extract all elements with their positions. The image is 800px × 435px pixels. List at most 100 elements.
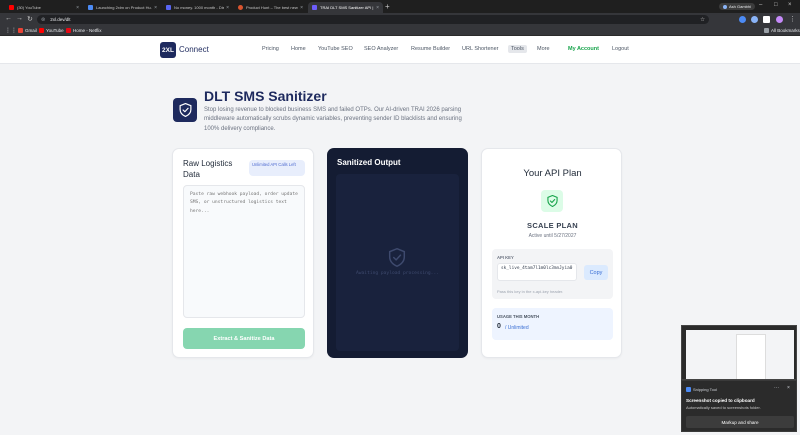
usage-box: USAGE THIS MONTH 0 / Unlimited: [492, 308, 613, 340]
output-title: Sanitized Output: [337, 158, 401, 167]
shield-check-icon: [388, 247, 406, 272]
usage-label: USAGE THIS MONTH: [497, 314, 540, 319]
site-info-icon[interactable]: ⊜: [41, 17, 45, 23]
avatar-icon: [723, 4, 727, 9]
extract-sanitize-button[interactable]: Extract & Sanitize Data: [183, 328, 305, 349]
all-bookmarks-label: All Bookmarks: [771, 28, 800, 33]
logo-mark[interactable]: 2XL: [160, 42, 176, 58]
close-tab-icon[interactable]: ×: [226, 5, 229, 11]
more-options-icon[interactable]: ···: [774, 385, 779, 391]
bookmark-label: YouTube: [46, 28, 64, 33]
api-key-box: API KEY sk_live_4tam7l1m0lc3mnJyia0 Copy…: [492, 249, 613, 299]
nav-url-shortener[interactable]: URL Shortener: [462, 46, 498, 52]
address-bar[interactable]: ⊜ 2xl.dev/dlt ☆: [37, 15, 709, 24]
tab-title: Launching 2xlm on Product Hu...: [96, 5, 153, 10]
nav-youtube-seo[interactable]: YouTube SEO: [318, 46, 353, 52]
producthunt-favicon-icon: [238, 5, 243, 10]
nav-resume-builder[interactable]: Resume Builder: [411, 46, 450, 52]
new-tab-button[interactable]: +: [385, 2, 390, 11]
browser-tab[interactable]: No money. 1000 month - Disco... ×: [162, 2, 233, 13]
plan-expiry: Active until 5/27/2027: [528, 233, 577, 239]
my-account-link[interactable]: My Account: [568, 46, 599, 52]
quota-badge: Unlimited API Calls Left: [249, 160, 305, 176]
toast-app-name: Snipping Tool: [693, 387, 717, 392]
api-key-hint: Pass this key in the x-api-key header.: [497, 289, 564, 294]
thumbnail-panel: [736, 334, 766, 379]
browser-toolbar: ← → ↻ ⊜ 2xl.dev/dlt ☆ ⋮: [0, 13, 800, 26]
logout-link[interactable]: Logout: [612, 46, 629, 52]
raw-data-title: Raw Logistics Data: [183, 159, 233, 179]
netflix-icon: [66, 28, 71, 33]
close-tab-icon[interactable]: ×: [76, 5, 79, 11]
minimize-icon[interactable]: –: [759, 2, 762, 8]
forward-icon[interactable]: →: [16, 15, 23, 22]
bookmark-gmail[interactable]: Gmail: [18, 28, 37, 33]
page-subtitle: Stop losing revenue to blocked business …: [204, 107, 462, 132]
extension-icon[interactable]: [739, 16, 746, 23]
toast-heading: Screenshot copied to clipboard: [686, 398, 755, 403]
nav-tools[interactable]: Tools: [508, 45, 527, 53]
profile-name: Ash Gambhi: [729, 4, 752, 9]
api-key-label: API KEY: [497, 255, 514, 260]
toast-body: Automatically saved to screenshots folde…: [686, 405, 761, 410]
close-tab-icon[interactable]: ×: [300, 5, 303, 11]
nav-pricing[interactable]: Pricing: [262, 46, 279, 52]
youtube-icon: [39, 28, 44, 33]
all-bookmarks[interactable]: All Bookmarks: [764, 28, 800, 33]
bookmark-label: Gmail: [25, 28, 37, 33]
usage-limit: / Unlimited: [505, 325, 529, 331]
site-header: 2XL Connect Pricing Home YouTube SEO SEO…: [0, 36, 800, 64]
bookmark-youtube[interactable]: YouTube: [39, 28, 64, 33]
output-status: Awaiting payload processing...: [356, 271, 439, 276]
tab-title: TRAI DLT SMS Sanitizer API | 2...: [320, 5, 375, 10]
shield-check-icon: [173, 98, 197, 122]
tab-title: (30) YouTube: [17, 5, 41, 10]
plan-card-title: Your API Plan: [523, 168, 582, 179]
extension-icon[interactable]: [751, 16, 758, 23]
close-tab-icon[interactable]: ×: [376, 5, 379, 11]
tab-title: Product Hunt – The best new p...: [246, 5, 298, 10]
apps-grid-icon[interactable]: ⋮⋮: [5, 27, 17, 34]
tab-title: No money. 1000 month - Disco...: [174, 5, 224, 10]
youtube-favicon-icon: [9, 5, 14, 10]
api-key-field[interactable]: sk_live_4tam7l1m0lc3mnJyia0: [497, 263, 577, 281]
page-favicon-icon: [88, 5, 93, 10]
snipping-tool-toast: Snipping Tool ··· × Screenshot copied to…: [681, 380, 797, 432]
extensions-puzzle-icon[interactable]: [763, 16, 770, 23]
shield-check-icon: [541, 190, 563, 212]
profile-avatar-icon[interactable]: [776, 16, 783, 23]
api-plan-card: Your API Plan SCALE PLAN Active until 5/…: [481, 148, 622, 358]
browser-menu-icon[interactable]: ⋮: [789, 15, 796, 23]
nav-seo-analyzer[interactable]: SEO Analyzer: [364, 46, 398, 52]
usage-value: 0: [497, 323, 501, 330]
nav-home[interactable]: Home: [291, 46, 306, 52]
browser-tab[interactable]: Launching 2xlm on Product Hu... ×: [84, 2, 161, 13]
close-tab-icon[interactable]: ×: [154, 5, 157, 11]
copy-key-button[interactable]: Copy: [584, 265, 608, 280]
back-icon[interactable]: ←: [5, 15, 12, 22]
browser-tab-active[interactable]: TRAI DLT SMS Sanitizer API | 2... ×: [308, 2, 383, 13]
maximize-icon[interactable]: □: [774, 2, 778, 8]
browser-tab[interactable]: (30) YouTube ×: [5, 2, 83, 13]
bookmark-label: Home - Netflix: [73, 28, 102, 33]
close-icon[interactable]: ×: [787, 385, 790, 391]
close-window-icon[interactable]: ×: [788, 2, 792, 8]
screenshot-thumbnail[interactable]: [681, 325, 797, 380]
gmail-icon: [18, 28, 23, 33]
page-title: DLT SMS Sanitizer: [204, 88, 327, 104]
logo-text[interactable]: Connect: [179, 45, 209, 54]
folder-icon: [764, 28, 769, 33]
profile-chip[interactable]: Ash Gambhi: [719, 3, 756, 10]
plan-name: SCALE PLAN: [527, 221, 578, 230]
markup-share-button[interactable]: Markup and share: [686, 416, 794, 428]
nav-more[interactable]: More: [537, 46, 550, 52]
reload-icon[interactable]: ↻: [27, 15, 33, 23]
browser-tab[interactable]: Product Hunt – The best new p... ×: [234, 2, 307, 13]
bookmark-netflix[interactable]: Home - Netflix: [66, 28, 102, 33]
raw-data-input[interactable]: [183, 185, 305, 318]
bookmark-star-icon[interactable]: ☆: [700, 17, 705, 23]
bookmarks-bar: ⋮⋮ Gmail YouTube Home - Netflix All Book…: [0, 26, 800, 36]
page-favicon-icon: [312, 5, 317, 10]
sanitized-output-card: Sanitized Output Awaiting payload proces…: [327, 148, 468, 358]
raw-data-card: Raw Logistics Data Unlimited API Calls L…: [172, 148, 314, 358]
